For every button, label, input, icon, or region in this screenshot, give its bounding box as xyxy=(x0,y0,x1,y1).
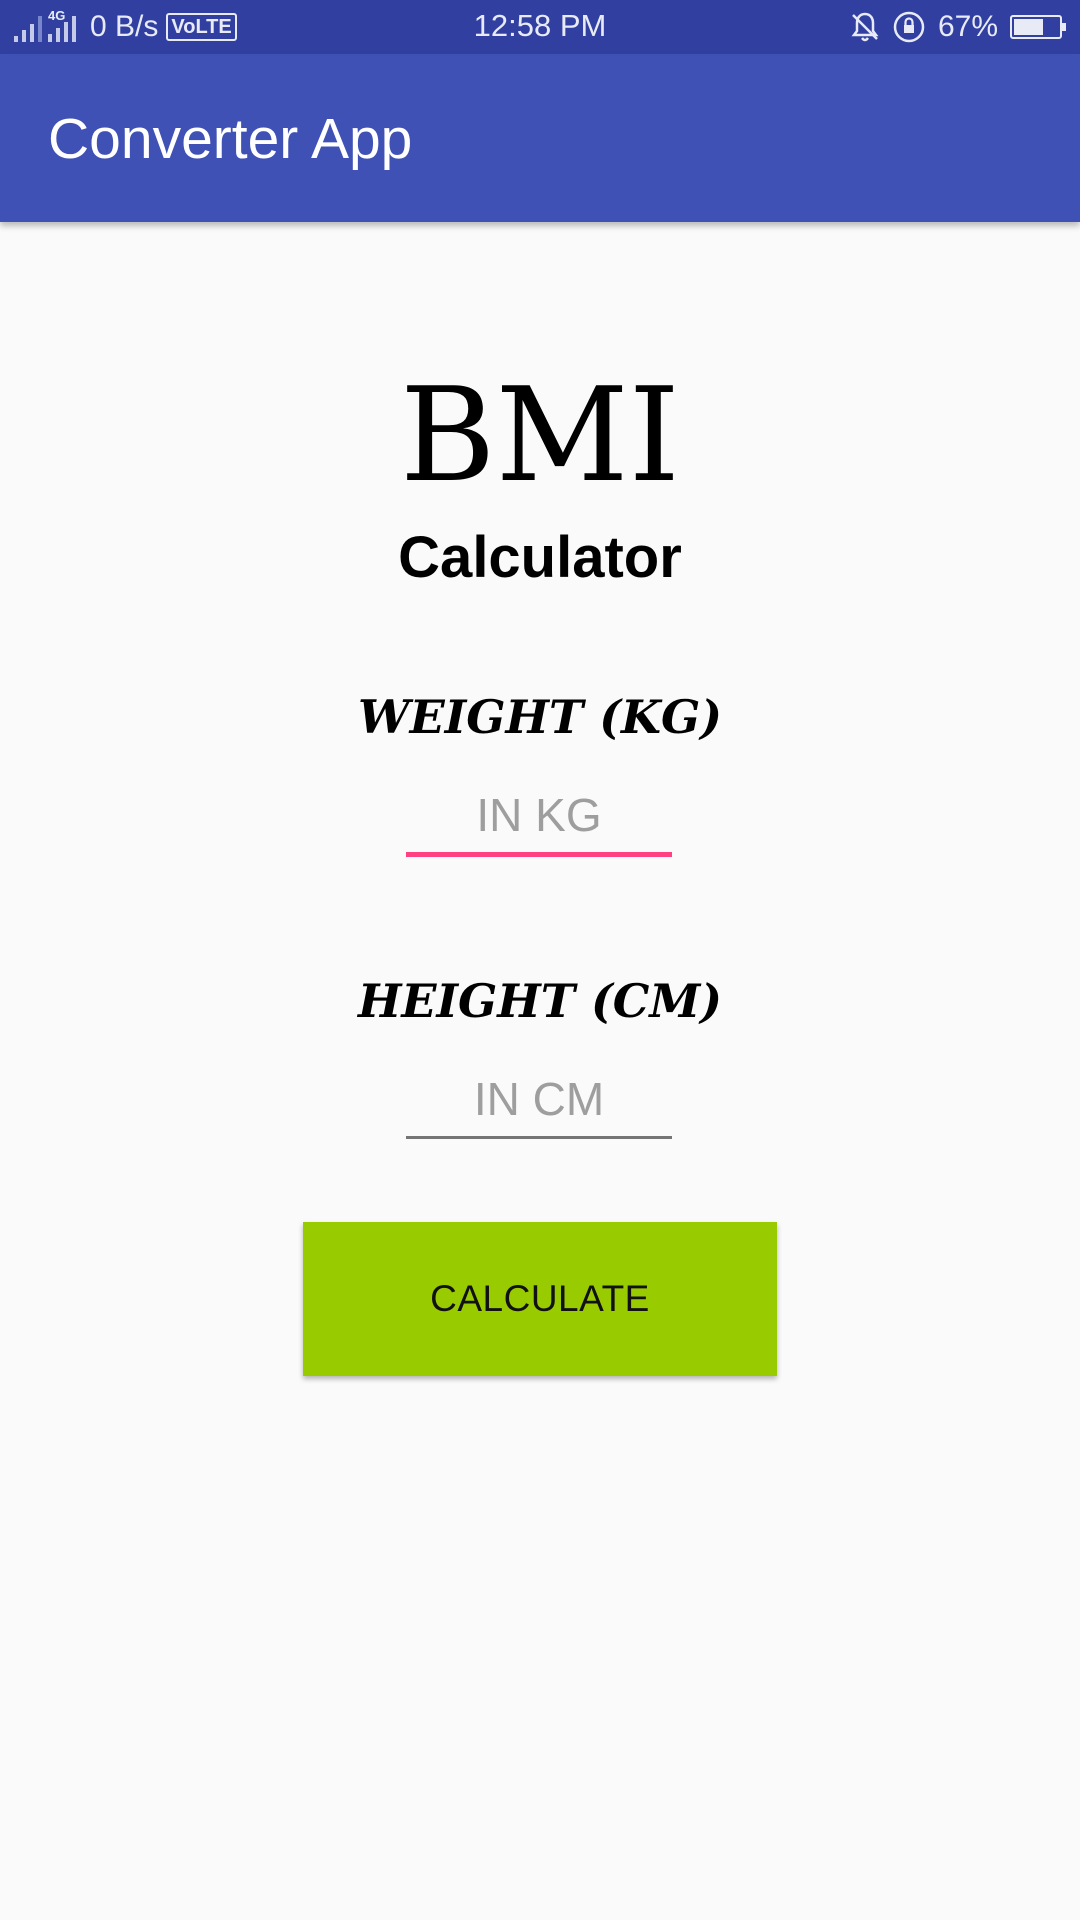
height-input-underline xyxy=(406,1136,672,1139)
height-input[interactable] xyxy=(406,1064,672,1134)
battery-percent: 67% xyxy=(937,10,998,43)
status-bar: 4G 0 B/s VoLTE 12:58 PM 67% xyxy=(0,0,1080,54)
height-label: HEIGHT (CM) xyxy=(357,974,723,1028)
weight-input-underline xyxy=(406,852,672,857)
calculate-button[interactable]: CALCULATE xyxy=(303,1222,777,1376)
page-title: BMI xyxy=(400,359,680,511)
battery-icon xyxy=(1010,15,1066,39)
battery-level xyxy=(1014,19,1044,35)
page-subtitle: Calculator xyxy=(398,525,682,590)
status-right: 67% xyxy=(850,8,1066,46)
app-title: Converter App xyxy=(48,107,413,171)
weight-label: WEIGHT (KG) xyxy=(357,690,723,744)
weight-input[interactable] xyxy=(406,780,672,850)
screen-rotation-lock-icon xyxy=(893,11,925,43)
notifications-off-icon xyxy=(851,12,879,42)
app-bar: Converter App xyxy=(0,54,1080,222)
